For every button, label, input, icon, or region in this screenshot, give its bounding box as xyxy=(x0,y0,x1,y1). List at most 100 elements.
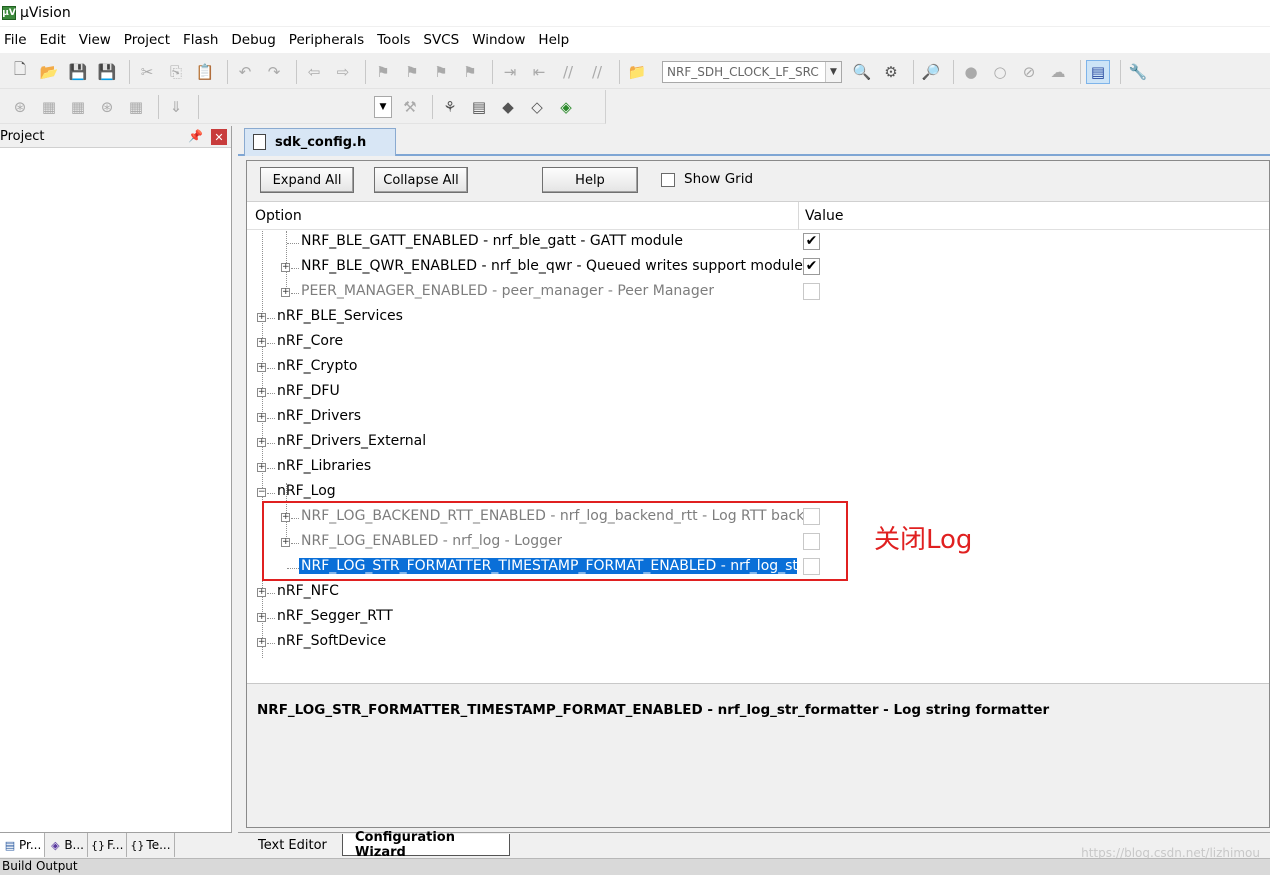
debug-session-icon[interactable]: 🔎 xyxy=(919,60,943,84)
value-checkbox[interactable] xyxy=(803,533,820,550)
tab-functions[interactable]: {} F... xyxy=(88,833,128,857)
expand-icon[interactable]: + xyxy=(257,613,266,622)
expand-icon[interactable]: + xyxy=(257,338,266,347)
group-row-nrf-dfu[interactable]: + nRF_DFU xyxy=(247,381,1269,406)
open-folder-icon[interactable]: 📂 xyxy=(37,60,61,84)
expand-icon[interactable]: + xyxy=(257,363,266,372)
expand-icon[interactable]: + xyxy=(257,438,266,447)
menu-file[interactable]: File xyxy=(0,32,36,48)
find-icon[interactable]: 🔍 xyxy=(850,60,874,84)
tab-books[interactable]: ◈ B... xyxy=(45,833,88,857)
find-in-files-icon[interactable]: 📁 xyxy=(625,60,649,84)
prev-bookmark-icon[interactable]: ⚑ xyxy=(400,60,424,84)
tab-sdk-config[interactable]: sdk_config.h xyxy=(244,128,396,156)
option-row-nrf-ble-gatt[interactable]: NRF_BLE_GATT_ENABLED - nrf_ble_gatt - GA… xyxy=(247,231,1269,256)
cut-icon[interactable]: ✂ xyxy=(135,60,159,84)
value-checkbox[interactable]: ✔ xyxy=(803,258,820,275)
value-checkbox[interactable] xyxy=(803,508,820,525)
menu-svcs[interactable]: SVCS xyxy=(419,32,468,48)
nav-back-icon[interactable]: ⇦ xyxy=(302,60,326,84)
option-row-nrf-ble-qwr[interactable]: + NRF_BLE_QWR_ENABLED - nrf_ble_qwr - Qu… xyxy=(247,256,1269,281)
build-icon[interactable]: ▦ xyxy=(37,95,61,119)
expand-icon[interactable]: + xyxy=(257,388,266,397)
window-layout-icon[interactable]: ▤ xyxy=(1086,59,1110,84)
tab-configuration-wizard[interactable]: Configuration Wizard xyxy=(342,830,510,860)
menu-view[interactable]: View xyxy=(75,32,120,48)
batch-build-icon[interactable]: ⊛ xyxy=(95,95,119,119)
group-row-nrf-libraries[interactable]: + nRF_Libraries xyxy=(247,456,1269,481)
redo-icon[interactable]: ↷ xyxy=(262,60,286,84)
group-row-nrf-core[interactable]: + nRF_Core xyxy=(247,331,1269,356)
download-icon[interactable]: ⇓ xyxy=(164,95,188,119)
next-bookmark-icon[interactable]: ⚑ xyxy=(429,60,453,84)
column-option[interactable]: Option xyxy=(255,208,302,224)
tab-templates[interactable]: {} Te... xyxy=(127,833,175,857)
translate-icon[interactable]: ⊛ xyxy=(8,95,32,119)
menu-help[interactable]: Help xyxy=(534,32,578,48)
disable-breakpoint-icon[interactable]: ○ xyxy=(988,60,1012,84)
pack-installer-icon[interactable]: ◇ xyxy=(525,95,549,119)
save-all-icon[interactable]: 💾 xyxy=(95,60,119,84)
target-options-icon[interactable]: ⚒ xyxy=(398,95,422,119)
breakpoint-icon[interactable]: ● xyxy=(959,60,983,84)
unindent-icon[interactable]: ⇤ xyxy=(527,60,551,84)
expand-icon[interactable]: + xyxy=(281,263,290,272)
nav-forward-icon[interactable]: ⇨ xyxy=(331,60,355,84)
collapse-icon[interactable]: − xyxy=(257,488,266,497)
clear-bookmarks-icon[interactable]: ⚑ xyxy=(458,60,482,84)
group-row-nrf-drivers[interactable]: + nRF_Drivers xyxy=(247,406,1269,431)
tab-project[interactable]: ▤ Pr... xyxy=(0,833,46,857)
chevron-down-icon[interactable]: ▼ xyxy=(825,61,841,82)
value-checkbox[interactable] xyxy=(803,283,820,300)
manage-project-icon[interactable]: ⚘ xyxy=(438,95,462,119)
group-row-nrf-softdevice[interactable]: + nRF_SoftDevice xyxy=(247,631,1269,656)
menu-peripherals[interactable]: Peripherals xyxy=(285,32,373,48)
value-checkbox[interactable]: ✔ xyxy=(803,233,820,250)
run-time-env-icon[interactable]: ◈ xyxy=(554,95,578,119)
group-row-nrf-ble-services[interactable]: + nRF_BLE_Services xyxy=(247,306,1269,331)
menu-tools[interactable]: Tools xyxy=(373,32,419,48)
new-file-icon[interactable]: 🗋 xyxy=(8,60,32,84)
select-packs-icon[interactable]: ▤ xyxy=(467,95,491,119)
close-icon[interactable]: ✕ xyxy=(211,129,227,145)
expand-icon[interactable]: + xyxy=(281,513,290,522)
group-row-nrf-nfc[interactable]: + nRF_NFC xyxy=(247,581,1269,606)
expand-icon[interactable]: + xyxy=(281,538,290,547)
menu-window[interactable]: Window xyxy=(468,32,534,48)
expand-icon[interactable]: + xyxy=(257,638,266,647)
copy-icon[interactable]: ⎘ xyxy=(164,60,188,84)
pin-icon[interactable]: 📌 xyxy=(188,129,203,143)
configure-icon[interactable]: 🔧 xyxy=(1126,60,1150,84)
expand-icon[interactable]: + xyxy=(257,413,266,422)
menu-flash[interactable]: Flash xyxy=(179,32,227,48)
group-row-nrf-log[interactable]: − nRF_Log xyxy=(247,481,1269,506)
stop-build-icon[interactable]: ▦ xyxy=(124,95,148,119)
option-row-peer-manager[interactable]: + PEER_MANAGER_ENABLED - peer_manager - … xyxy=(247,281,1269,306)
undo-icon[interactable]: ↶ xyxy=(233,60,257,84)
indent-icon[interactable]: ⇥ xyxy=(498,60,522,84)
comment-icon[interactable]: // xyxy=(556,60,580,84)
menu-edit[interactable]: Edit xyxy=(36,32,75,48)
expand-icon[interactable]: + xyxy=(281,288,290,297)
uncomment-icon[interactable]: // xyxy=(585,60,609,84)
group-row-nrf-crypto[interactable]: + nRF_Crypto xyxy=(247,356,1269,381)
incremental-find-icon[interactable]: ⚙ xyxy=(879,60,903,84)
option-row-nrf-log-enabled[interactable]: + NRF_LOG_ENABLED - nrf_log - Logger xyxy=(247,531,1269,556)
group-row-nrf-segger-rtt[interactable]: + nRF_Segger_RTT xyxy=(247,606,1269,631)
save-icon[interactable]: 💾 xyxy=(66,60,90,84)
collapse-all-button[interactable]: Collapse All xyxy=(374,167,468,193)
expand-icon[interactable]: + xyxy=(257,313,266,322)
clear-breakpoints-icon[interactable]: ⊘ xyxy=(1017,60,1041,84)
show-grid-checkbox[interactable] xyxy=(661,173,675,187)
menu-project[interactable]: Project xyxy=(120,32,179,48)
chevron-down-icon[interactable]: ▼ xyxy=(374,95,392,118)
expand-icon[interactable]: + xyxy=(257,588,266,597)
group-row-nrf-drivers-external[interactable]: + nRF_Drivers_External xyxy=(247,431,1269,456)
option-row-nrf-log-str-formatter[interactable]: NRF_LOG_STR_FORMATTER_TIMESTAMP_FORMAT_E… xyxy=(247,556,1269,581)
menu-debug[interactable]: Debug xyxy=(227,32,284,48)
target-combo[interactable]: NRF_SDH_CLOCK_LF_SRC ▼ xyxy=(662,60,842,83)
expand-icon[interactable]: + xyxy=(257,463,266,472)
column-divider[interactable] xyxy=(798,202,799,230)
help-button[interactable]: Help xyxy=(542,167,638,193)
kill-breakpoints-icon[interactable]: ☁ xyxy=(1046,60,1070,84)
